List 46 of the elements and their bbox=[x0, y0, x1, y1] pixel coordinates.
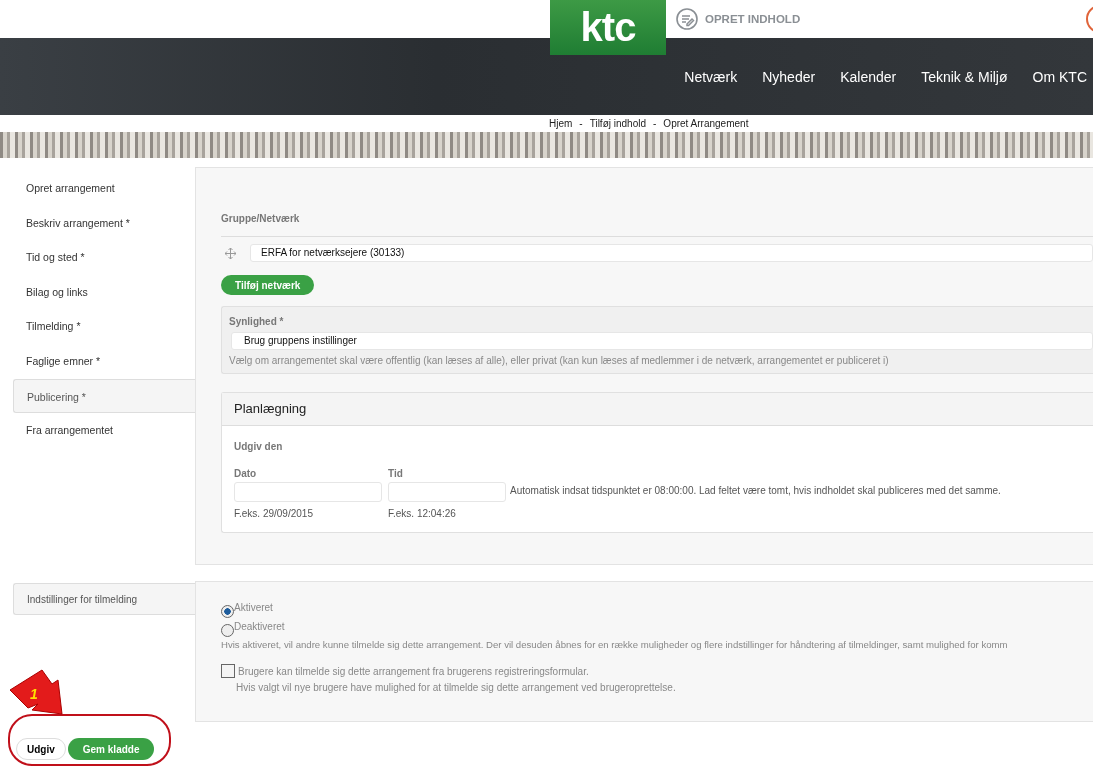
sidebar-tab[interactable]: Tid og sted * bbox=[0, 240, 195, 275]
checkbox[interactable] bbox=[221, 664, 235, 678]
sidebar-tab[interactable]: Beskriv arrangement * bbox=[0, 205, 195, 241]
radio-label[interactable]: Deaktiveret bbox=[234, 621, 285, 632]
field-label: Gruppe/Netværk bbox=[221, 213, 301, 224]
field-label: Synlighed * bbox=[229, 316, 285, 327]
nav-link[interactable]: Kalender bbox=[840, 68, 897, 85]
nav-link[interactable]: Teknik & Miljø bbox=[921, 68, 1008, 85]
help-text: Hvis aktiveret, vil andre kunne tilmelde sig dette arrangement. Der vil desuden åbnes for en række muligheder og flere indstillinger for håndtering af tilmeldinger, samt mulighed for komm bbox=[221, 639, 1009, 650]
example-text: F.eks. 29/09/2015 bbox=[234, 508, 314, 519]
radio-button[interactable] bbox=[221, 605, 234, 618]
field-label: Udgiv den bbox=[234, 441, 284, 452]
breadcrumb-separator: - bbox=[653, 118, 657, 129]
example-text: F.eks. 12:04:26 bbox=[388, 508, 457, 519]
sidebar-tab[interactable]: Publicering * bbox=[13, 378, 196, 414]
date-field[interactable] bbox=[234, 482, 382, 502]
ktc-logo[interactable]: ktc bbox=[550, 0, 666, 55]
breadcrumb-link[interactable]: Tilføj indhold bbox=[589, 118, 646, 129]
breadcrumb-link[interactable]: Hjem bbox=[549, 118, 573, 129]
radio-button[interactable] bbox=[221, 624, 234, 637]
nav-link[interactable]: Nyheder bbox=[762, 68, 816, 85]
group-field[interactable]: ERFA for netværksejere (30133) bbox=[250, 244, 1093, 262]
sidebar-tab[interactable]: Tilmelding * bbox=[0, 309, 195, 344]
help-text: Automatisk indsat tidspunktet er 08:00:00. Lad feltet være tomt, hvis indholdet skal publiceres med det samme. bbox=[510, 485, 1001, 498]
nav-link[interactable]: Om KTC bbox=[1032, 68, 1087, 85]
annotation-number: 1 bbox=[30, 686, 38, 702]
drag-handle-icon[interactable] bbox=[225, 247, 236, 259]
section-title: Planlægning bbox=[222, 393, 1093, 426]
sidebar-tab[interactable]: Opret arrangement bbox=[0, 171, 195, 206]
help-text: Hvis valgt vil nye brugere have mulighed for at tilmelde sig dette arrangement ved brugeroprettelse. bbox=[236, 682, 677, 693]
publish-button[interactable]: Udgiv bbox=[16, 738, 66, 760]
field-label: Tid bbox=[388, 468, 404, 479]
help-text: Vælg om arrangementet skal være offentlig (kan læses af alle), eller privat (kan kun læses af medlemmer i de netværk, arrangementet er publiceret i) bbox=[229, 355, 890, 366]
time-field[interactable] bbox=[388, 482, 506, 502]
edit-document-icon bbox=[676, 8, 698, 30]
sidebar-tab[interactable]: Faglige emner * bbox=[0, 343, 195, 379]
visibility-select[interactable]: Brug gruppens instillinger bbox=[231, 332, 1093, 350]
sidebar-tab[interactable]: Bilag og links bbox=[0, 274, 195, 310]
sidebar-tab[interactable]: Fra arrangementet bbox=[0, 413, 195, 448]
field-label: Dato bbox=[234, 468, 258, 479]
breadcrumb-link[interactable]: Opret Arrangement bbox=[663, 118, 749, 129]
checkbox-label[interactable]: Brugere kan tilmelde sig dette arrangement fra brugerens registreringsformular. bbox=[238, 665, 589, 677]
nav-link[interactable]: Netværk bbox=[684, 68, 738, 85]
breadcrumb-separator: - bbox=[579, 118, 583, 129]
radio-label[interactable]: Aktiveret bbox=[234, 602, 273, 613]
sidebar-tab[interactable]: Indstillinger for tilmelding bbox=[13, 583, 195, 615]
